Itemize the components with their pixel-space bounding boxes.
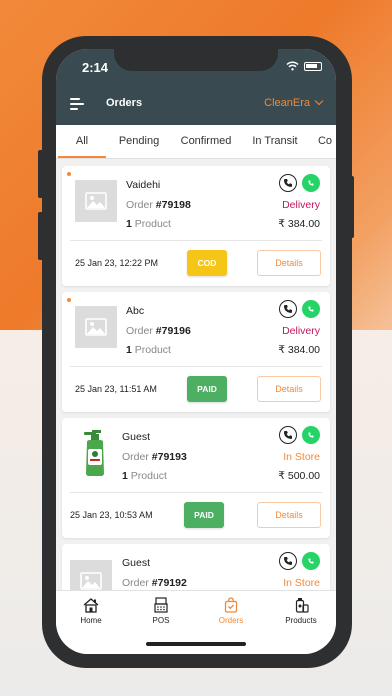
phone-icon[interactable] <box>279 426 297 444</box>
notch <box>114 49 278 71</box>
order-price: ₹ 500.00 <box>278 470 320 482</box>
whatsapp-icon[interactable] <box>302 426 320 444</box>
store-selector[interactable]: CleanEra <box>264 96 324 109</box>
chevron-down-icon <box>314 96 324 106</box>
image-placeholder-icon <box>80 572 102 590</box>
divider <box>70 492 322 493</box>
order-number: Order #79192 <box>122 577 187 589</box>
phone-icon[interactable] <box>279 174 297 192</box>
order-date: 25 Jan 23, 11:51 AM <box>75 384 157 394</box>
unread-dot <box>67 298 71 302</box>
battery-icon <box>304 61 322 71</box>
fulfillment-type: In Store <box>283 577 320 589</box>
order-date: 25 Jan 23, 10:53 AM <box>70 510 153 520</box>
page-title: Orders <box>106 97 143 109</box>
fulfillment-type: Delivery <box>282 325 320 337</box>
nav-products[interactable]: Products <box>266 591 336 654</box>
customer-name: Vaidehi <box>126 179 161 191</box>
payment-badge: COD <box>187 250 227 276</box>
status-time: 2:14 <box>82 60 109 75</box>
tab-pending[interactable]: Pending <box>106 125 172 158</box>
whatsapp-icon[interactable] <box>302 300 320 318</box>
order-price: ₹ 384.00 <box>278 218 320 230</box>
app-bar: Orders CleanEra <box>56 85 336 125</box>
product-count: 1 Product <box>126 218 171 230</box>
details-button[interactable]: Details <box>257 250 321 276</box>
image-placeholder-icon <box>85 318 107 336</box>
tab-all[interactable]: All <box>58 125 106 158</box>
unread-dot <box>67 172 71 176</box>
product-image <box>70 428 120 478</box>
products-icon <box>295 598 309 613</box>
contact-icons <box>279 552 320 570</box>
product-image-placeholder <box>70 560 112 590</box>
product-image-placeholder <box>75 180 117 222</box>
order-price: ₹ 384.00 <box>278 344 320 356</box>
phone-icon[interactable] <box>279 300 297 318</box>
pos-icon <box>154 597 168 613</box>
customer-name: Guest <box>122 557 151 569</box>
order-card[interactable]: Vaidehi Order #79198 1 Product Delivery … <box>62 166 330 286</box>
customer-name: Guest <box>122 431 151 443</box>
menu-icon[interactable] <box>70 98 84 110</box>
app-screen: 2:14 Orders CleanEra All Pending Confirm… <box>56 49 336 654</box>
contact-icons <box>279 174 320 192</box>
tab-completed[interactable]: Co <box>310 125 336 158</box>
contact-icons <box>279 426 320 444</box>
payment-badge: PAID <box>184 502 224 528</box>
orders-bag-icon <box>224 597 238 613</box>
product-image-placeholder <box>75 306 117 348</box>
order-date: 25 Jan 23, 12:22 PM <box>75 258 159 268</box>
fulfillment-type: Delivery <box>282 199 320 211</box>
details-button[interactable]: Details <box>257 502 321 528</box>
payment-badge: PAID <box>187 376 227 402</box>
nav-orders-label: Orders <box>218 616 244 625</box>
whatsapp-icon[interactable] <box>302 552 320 570</box>
whatsapp-icon[interactable] <box>302 174 320 192</box>
status-bar: 2:14 <box>56 49 336 85</box>
nav-products-label: Products <box>285 616 317 625</box>
home-icon <box>83 598 99 613</box>
order-card[interactable]: Guest Order #79193 1 Product In Store ₹ … <box>62 418 330 538</box>
wifi-icon <box>286 61 299 71</box>
tab-in-transit[interactable]: In Transit <box>240 125 310 158</box>
order-number: Order #79196 <box>126 325 191 337</box>
nav-pos-label: POS <box>152 616 170 625</box>
order-card[interactable]: Guest Order #79192 In Store <box>62 544 330 590</box>
store-name: CleanEra <box>264 97 310 109</box>
nav-home[interactable]: Home <box>56 591 126 654</box>
handwash-bottle-icon <box>84 430 104 476</box>
orders-list: Vaidehi Order #79198 1 Product Delivery … <box>56 160 336 590</box>
divider <box>70 240 322 241</box>
product-count: 1 Product <box>126 344 171 356</box>
phone-icon[interactable] <box>279 552 297 570</box>
details-button[interactable]: Details <box>257 376 321 402</box>
home-indicator <box>146 642 246 646</box>
order-number: Order #79193 <box>122 451 187 463</box>
divider <box>70 366 322 367</box>
order-number: Order #79198 <box>126 199 191 211</box>
status-icons <box>286 61 322 71</box>
customer-name: Abc <box>126 305 145 317</box>
fulfillment-type: In Store <box>283 451 320 463</box>
product-count: 1 Product <box>122 470 167 482</box>
status-tabs: All Pending Confirmed In Transit Co <box>56 125 336 159</box>
nav-home-label: Home <box>80 616 102 625</box>
contact-icons <box>279 300 320 318</box>
order-card[interactable]: Abc Order #79196 1 Product Delivery ₹ 38… <box>62 292 330 412</box>
image-placeholder-icon <box>85 192 107 210</box>
tab-confirmed[interactable]: Confirmed <box>172 125 240 158</box>
